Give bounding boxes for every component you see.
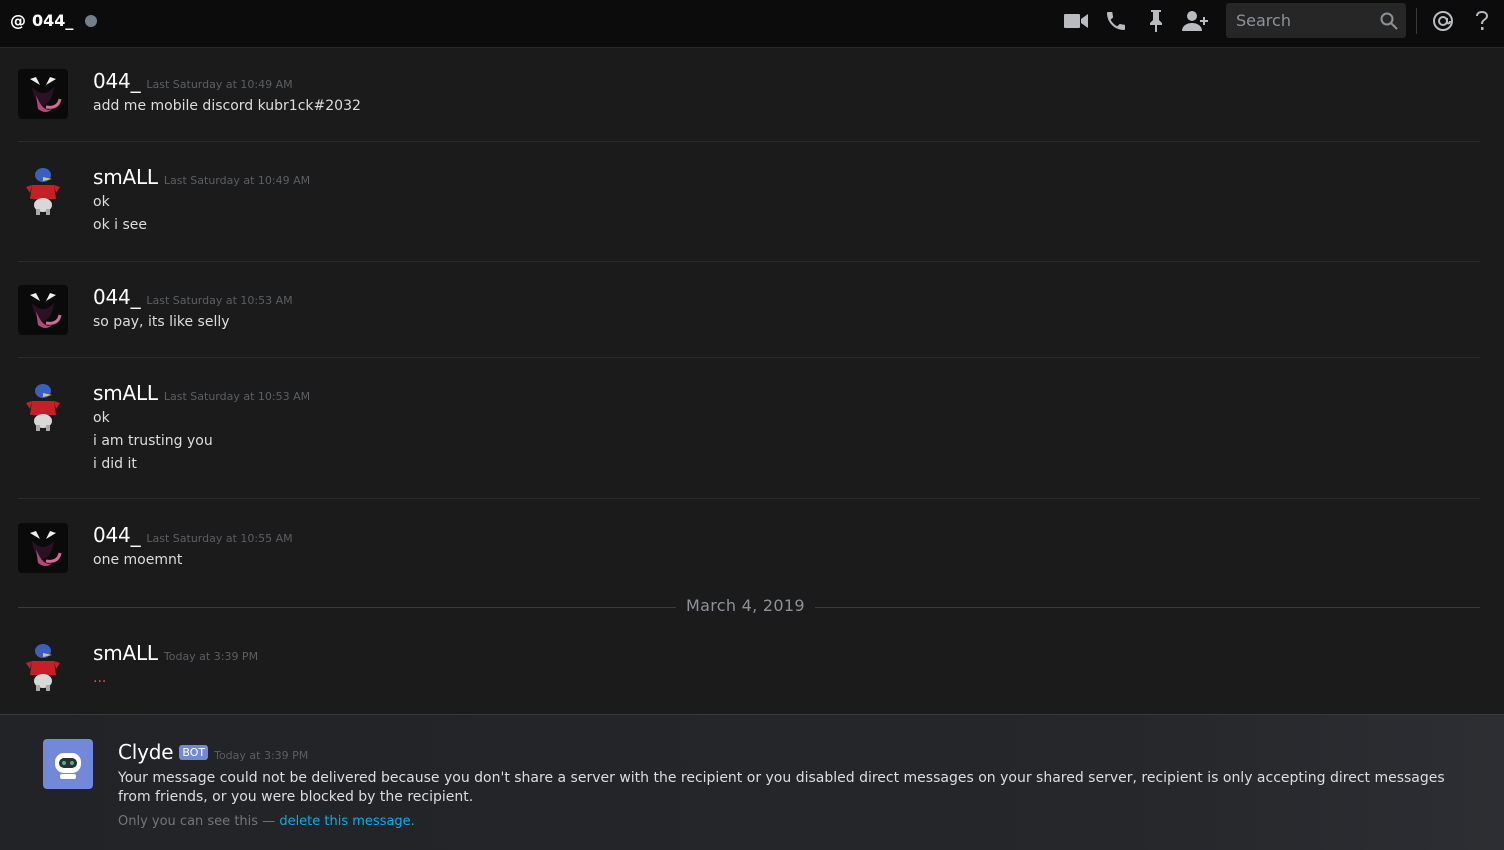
ephemeral-note: Only you can see this — delete this mess…	[118, 814, 415, 829]
message-text: add me mobile discord kubr1ck#2032	[93, 98, 361, 114]
avatar[interactable]	[18, 285, 68, 335]
search-input[interactable]	[1234, 10, 1378, 31]
message-timestamp: Last Saturday at 10:49 AM	[146, 78, 293, 91]
message-text-failed: ...	[93, 670, 107, 686]
ephemeral-note-text: Only you can see this —	[118, 814, 280, 829]
bot-avatar[interactable]	[43, 739, 93, 789]
channel-title: @044_	[10, 11, 98, 30]
message-text: so pay, its like selly	[93, 314, 230, 330]
message-text: i am trusting you	[93, 433, 213, 449]
message-list[interactable]: 044_ Last Saturday at 10:49 AM add me mo…	[0, 49, 1504, 714]
message-group: smALL Today at 3:39 PM ...	[18, 641, 1480, 714]
avatar[interactable]	[18, 165, 68, 215]
message-text: one moemnt	[93, 552, 183, 568]
message-group: smALL Last Saturday at 10:53 AM ok i am …	[18, 381, 1480, 499]
pin-icon[interactable]	[1142, 8, 1170, 34]
video-call-icon[interactable]	[1062, 8, 1090, 34]
message-text: i did it	[93, 456, 137, 472]
search-box[interactable]	[1226, 3, 1406, 38]
mention-icon[interactable]	[1429, 8, 1457, 34]
avatar[interactable]	[18, 641, 68, 691]
message-group: smALL Last Saturday at 10:49 AM ok ok i …	[18, 165, 1480, 262]
message-text: ok	[93, 410, 110, 426]
message-timestamp: Last Saturday at 10:49 AM	[163, 174, 311, 187]
bot-author[interactable]: Clyde	[118, 740, 174, 764]
bot-message-text: Your message could not be delivered beca…	[118, 770, 1445, 805]
date-divider-label: March 4, 2019	[676, 596, 815, 615]
search-icon	[1380, 12, 1398, 30]
message-group: 044_ Last Saturday at 10:49 AM add me mo…	[18, 69, 1480, 142]
message-text: ok i see	[93, 217, 147, 233]
bot-message: Clyde BOT Today at 3:39 PM Your message …	[0, 714, 1504, 850]
message-timestamp: Last Saturday at 10:53 AM	[146, 294, 293, 307]
message-author[interactable]: smALL	[93, 381, 158, 405]
message-timestamp: Last Saturday at 10:55 AM	[146, 532, 293, 545]
message-author[interactable]: smALL	[93, 641, 158, 665]
message-author[interactable]: smALL	[93, 165, 158, 189]
add-friend-icon[interactable]	[1182, 8, 1210, 34]
avatar[interactable]	[18, 381, 68, 431]
help-icon[interactable]	[1468, 8, 1496, 34]
message-author[interactable]: 044_	[93, 69, 141, 93]
message-timestamp: Last Saturday at 10:53 AM	[163, 390, 311, 403]
voice-call-icon[interactable]	[1102, 8, 1130, 34]
message-timestamp: Today at 3:39 PM	[163, 650, 259, 663]
channel-prefix: @	[10, 11, 26, 30]
bot-tag-badge: BOT	[179, 745, 209, 760]
avatar[interactable]	[18, 69, 68, 119]
message-group: 044_ Last Saturday at 10:53 AM so pay, i…	[18, 285, 1480, 358]
status-dot-icon	[85, 14, 98, 27]
message-author[interactable]: 044_	[93, 523, 141, 547]
header-divider	[1416, 8, 1417, 34]
channel-name: 044_	[32, 11, 74, 30]
avatar[interactable]	[18, 523, 68, 573]
delete-message-link[interactable]: delete this message.	[279, 814, 415, 829]
channel-header: @044_	[0, 0, 1504, 48]
message-text: ok	[93, 194, 110, 210]
bot-timestamp: Today at 3:39 PM	[214, 749, 309, 762]
message-author[interactable]: 044_	[93, 285, 141, 309]
